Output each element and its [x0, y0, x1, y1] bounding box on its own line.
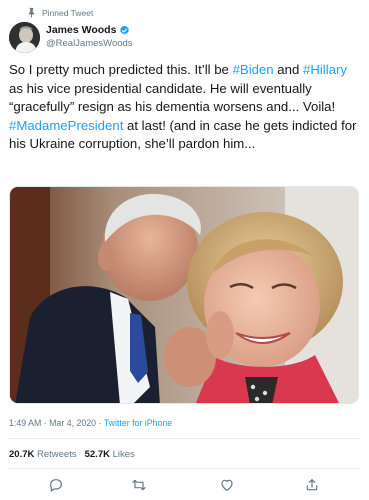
- tweet-date[interactable]: Mar 4, 2020: [49, 418, 96, 428]
- tweet-text: So I pretty much predicted this. It’ll b…: [9, 61, 363, 154]
- retweets-count: 20.7K: [9, 449, 35, 460]
- tweet-text-segment: as his vice presidential candidate. He w…: [9, 80, 336, 115]
- author-block[interactable]: James Woods @RealJamesWoods: [46, 24, 133, 49]
- avatar[interactable]: [9, 22, 40, 53]
- tweet-photo[interactable]: [9, 186, 359, 404]
- hashtag-link[interactable]: #MadamePresident: [9, 118, 123, 133]
- reply-icon[interactable]: [48, 477, 64, 493]
- likes-label: Likes: [112, 449, 135, 460]
- retweets-label: Retweets: [37, 449, 77, 460]
- tweet-text-segment: and: [273, 62, 303, 77]
- pin-icon: [28, 7, 35, 18]
- meta-separator: ·: [96, 418, 104, 428]
- author-handle[interactable]: @RealJamesWoods: [46, 38, 133, 49]
- tweet-stats: 20.7K Retweets 52.7K Likes: [9, 449, 135, 460]
- retweets-stat[interactable]: 20.7K Retweets: [9, 449, 77, 460]
- hashtag-link[interactable]: #Hillary: [303, 62, 347, 77]
- tweet-actions: [0, 475, 369, 497]
- hashtag-link[interactable]: #Biden: [233, 62, 274, 77]
- retweet-icon[interactable]: [131, 477, 147, 493]
- tweet-time[interactable]: 1:49 AM: [9, 418, 41, 428]
- share-icon[interactable]: [304, 477, 320, 493]
- divider: [9, 438, 360, 439]
- divider: [9, 468, 360, 469]
- likes-stat[interactable]: 52.7K Likes: [85, 449, 135, 460]
- tweet-meta: 1:49 AM · Mar 4, 2020 · Twitter for iPho…: [9, 418, 172, 428]
- like-icon[interactable]: [219, 477, 235, 493]
- pinned-label: Pinned Tweet: [42, 8, 94, 18]
- author-name[interactable]: James Woods: [46, 24, 116, 36]
- tweet-card: Pinned Tweet James Woods @RealJamesWoods…: [0, 0, 369, 500]
- tweet-source[interactable]: Twitter for iPhone: [104, 418, 172, 428]
- meta-separator: ·: [41, 418, 50, 428]
- verified-badge-icon: [120, 25, 130, 34]
- pinned-indicator: Pinned Tweet: [28, 6, 94, 20]
- likes-count: 52.7K: [84, 449, 110, 460]
- tweet-text-segment: So I pretty much predicted this. It’ll b…: [9, 62, 233, 77]
